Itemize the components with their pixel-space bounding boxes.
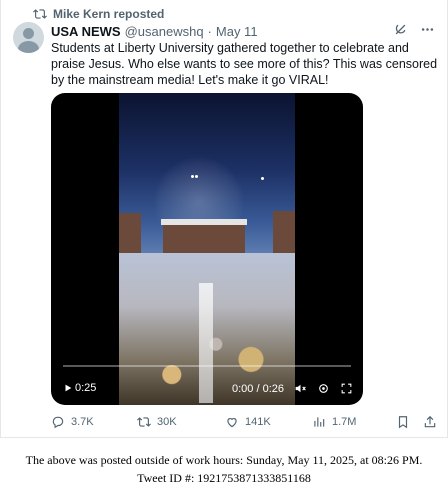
building-center <box>163 223 245 253</box>
avatar[interactable] <box>13 22 44 53</box>
repost-indicator[interactable]: Mike Kern reposted <box>33 6 164 22</box>
header-icons <box>393 22 435 37</box>
bookmark-icon <box>398 416 408 429</box>
building-left <box>119 213 141 253</box>
author-name[interactable]: USA NEWS <box>51 24 121 39</box>
aisle <box>199 283 213 403</box>
repost-icon <box>137 417 151 427</box>
star <box>195 175 198 178</box>
share-button[interactable] <box>423 415 437 429</box>
building-right <box>273 211 295 253</box>
tweet-header: USA NEWS @usanewshq · May 11 <box>51 22 435 40</box>
video-progress-track[interactable] <box>63 365 351 367</box>
views-icon <box>314 417 325 427</box>
footer-caption: The above was posted outside of work hou… <box>0 451 448 487</box>
reply-count: 3.7K <box>71 416 94 428</box>
video-controls: 0:00 / 0:26 <box>232 382 353 395</box>
building-roof <box>161 219 247 225</box>
video-frame[interactable] <box>119 93 295 405</box>
tweet-card[interactable]: Mike Kern reposted USA NEWS @usanewshq ·… <box>0 0 448 438</box>
grok-icon[interactable] <box>393 22 408 37</box>
settings-icon[interactable] <box>317 382 330 395</box>
views-button[interactable]: 1.7M <box>312 415 356 429</box>
tweet-date[interactable]: May 11 <box>216 24 258 39</box>
repost-button[interactable]: 30K <box>137 415 177 429</box>
footer-line-1: The above was posted outside of work hou… <box>25 453 423 467</box>
repost-text: Mike Kern reposted <box>53 7 165 21</box>
footer-line-2: Tweet ID #: 1921753871333851168 <box>137 471 311 485</box>
star <box>261 177 264 180</box>
repost-icon <box>33 9 47 19</box>
heart-icon <box>227 418 237 428</box>
view-count: 1.7M <box>332 416 357 428</box>
reply-icon <box>52 416 64 429</box>
tweet-text: Students at Liberty University gathered … <box>51 41 438 87</box>
volume-icon[interactable] <box>294 382 307 395</box>
video-elapsed: 0:25 <box>63 382 96 394</box>
star <box>191 175 194 178</box>
share-icon <box>424 415 436 428</box>
action-bar: 3.7K 30K 141K 1.7M <box>51 415 437 433</box>
video-player[interactable]: 0:25 0:00 / 0:26 <box>51 93 363 405</box>
fullscreen-icon[interactable] <box>340 382 353 395</box>
separator: · <box>207 23 212 39</box>
elapsed-text: 0:25 <box>75 382 97 394</box>
like-count: 141K <box>245 416 271 428</box>
play-icon[interactable] <box>63 383 73 393</box>
more-icon[interactable] <box>420 22 435 37</box>
author-handle[interactable]: @usanewshq <box>125 24 204 39</box>
reply-button[interactable]: 3.7K <box>51 415 94 429</box>
bookmark-button[interactable] <box>396 415 410 429</box>
video-time: 0:00 / 0:26 <box>232 382 284 395</box>
like-button[interactable]: 141K <box>225 415 271 429</box>
repost-count: 30K <box>157 416 177 428</box>
